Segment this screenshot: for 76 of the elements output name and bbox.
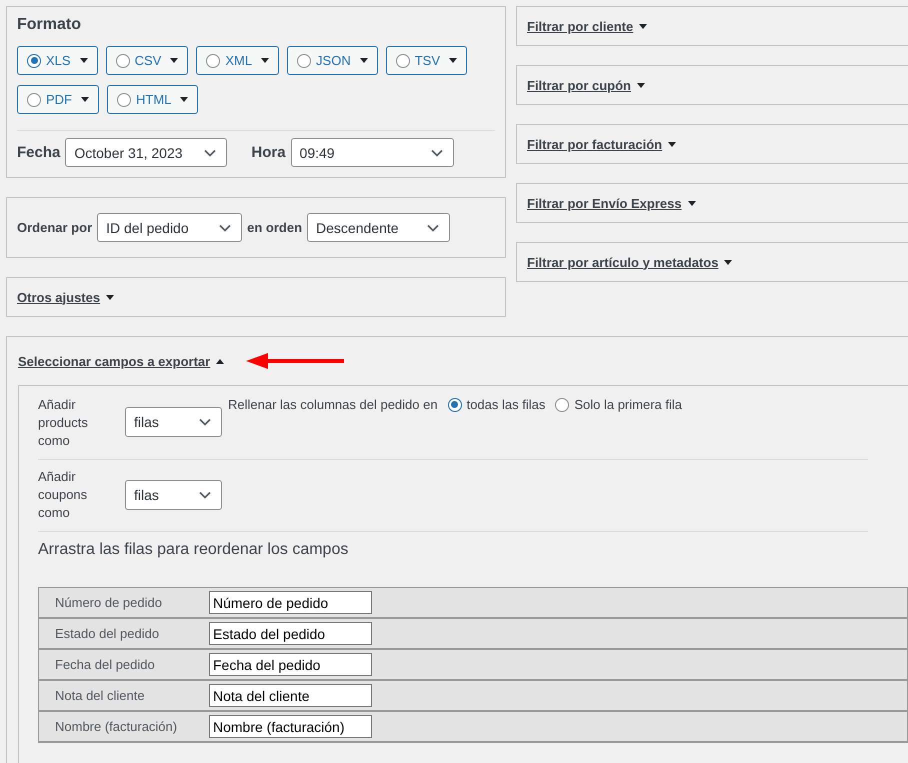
radio-button[interactable] (27, 54, 41, 68)
radio-button[interactable] (117, 92, 131, 106)
instruction-text: Arrastra las filas para reordenar los campos (38, 540, 350, 560)
caret-down-icon (688, 200, 696, 206)
radio-button[interactable] (116, 54, 130, 68)
section-toggle-link[interactable]: Filtrar por facturación (527, 136, 676, 152)
chevron-down-icon (427, 224, 440, 232)
chevron-down-icon (430, 148, 443, 156)
field-name: Fecha del pedido (55, 657, 156, 672)
field-title-input[interactable]: Número de pedido (209, 591, 372, 614)
field-title-input[interactable]: Fecha del pedido (209, 653, 372, 676)
field-name: Número de pedido (55, 595, 163, 610)
sort-field-dropdown[interactable]: ID del pedido (97, 213, 242, 242)
field-row[interactable]: Nota del cliente Nota del cliente (39, 681, 907, 712)
format-option-button[interactable]: XLS (17, 46, 98, 75)
field-label: Hora (251, 144, 286, 161)
radio-label: Solo la primera fila (574, 397, 682, 412)
section-toggle-link[interactable]: Seleccionar campos a exportar (18, 354, 224, 368)
section-toggle-link[interactable]: Otros ajustes (17, 290, 114, 304)
field-label: Fecha (17, 144, 60, 161)
caret-down-icon (449, 58, 458, 63)
format-option-button[interactable]: PDF (17, 85, 99, 114)
chevron-down-icon (204, 148, 216, 156)
field-row[interactable]: Nombre (facturación) Nombre (facturación) (39, 712, 907, 743)
radio-button[interactable] (297, 54, 312, 68)
field-title-input[interactable]: Nombre (facturación) (209, 715, 372, 738)
format-option-button[interactable]: JSON (287, 46, 378, 75)
caret-down-icon (80, 58, 88, 63)
field-label: Añadir products como (38, 396, 89, 450)
chevron-down-icon (219, 224, 232, 232)
date-dropdown[interactable]: October 31, 2023 (65, 138, 228, 167)
radio-label: todas las filas (466, 397, 546, 412)
field-row[interactable]: Fecha del pedido Fecha del pedido (39, 650, 907, 681)
radio-button[interactable] (206, 54, 220, 68)
chevron-down-icon (199, 491, 211, 499)
rows-mode-dropdown[interactable]: filas (125, 407, 222, 437)
field-row[interactable]: Estado del pedido Estado del pedido (39, 619, 907, 650)
caret-down-icon (261, 58, 270, 63)
sort-order-dropdown[interactable]: Descendente (307, 213, 450, 242)
panel-title: Formato (17, 16, 82, 34)
radio-button[interactable] (396, 54, 410, 68)
caret-down-icon (724, 260, 732, 264)
caret-down-icon (81, 97, 89, 102)
time-dropdown[interactable]: 09:49 (290, 138, 454, 167)
field-title-input[interactable]: Estado del pedido (209, 622, 372, 645)
arrow-icon (246, 352, 346, 370)
field-label: en orden (247, 220, 302, 235)
caret-down-icon (360, 58, 368, 63)
field-row[interactable]: Número de pedido Número de pedido (39, 588, 907, 619)
section-toggle-link[interactable]: Filtrar por cupón (527, 78, 645, 92)
caret-down-icon (170, 58, 178, 63)
section-toggle-link[interactable]: Filtrar por Envío Express (527, 196, 696, 210)
format-option-button[interactable]: TSV (386, 46, 468, 75)
format-option-button[interactable]: XML (196, 46, 280, 75)
field-title-input[interactable]: Nota del cliente (209, 684, 372, 707)
caret-down-icon (637, 82, 645, 88)
caret-down-icon (180, 97, 188, 102)
field-name: Nota del cliente (55, 688, 146, 703)
field-name: Estado del pedido (55, 626, 160, 641)
radio-button[interactable] (555, 398, 570, 412)
chevron-down-icon (199, 418, 211, 426)
field-label: Ordenar por (17, 220, 92, 235)
section-toggle-link[interactable]: Filtrar por cliente (527, 18, 648, 34)
radio-button[interactable] (448, 398, 462, 412)
caret-down-icon (639, 24, 648, 28)
section-toggle-link[interactable]: Filtrar por artículo y metadatos (527, 254, 732, 270)
caret-down-icon (106, 294, 114, 300)
rows-mode-dropdown[interactable]: filas (125, 480, 222, 510)
format-option-button[interactable]: CSV (106, 46, 188, 75)
field-label: Añadir coupons como (38, 468, 88, 522)
format-option-button[interactable]: HTML (107, 85, 198, 114)
field-name: Nombre (facturación) (55, 719, 178, 734)
field-label: Rellenar las columnas del pedido en (228, 397, 438, 412)
radio-button[interactable] (27, 92, 41, 106)
caret-up-icon (216, 358, 224, 364)
caret-down-icon (668, 142, 676, 146)
